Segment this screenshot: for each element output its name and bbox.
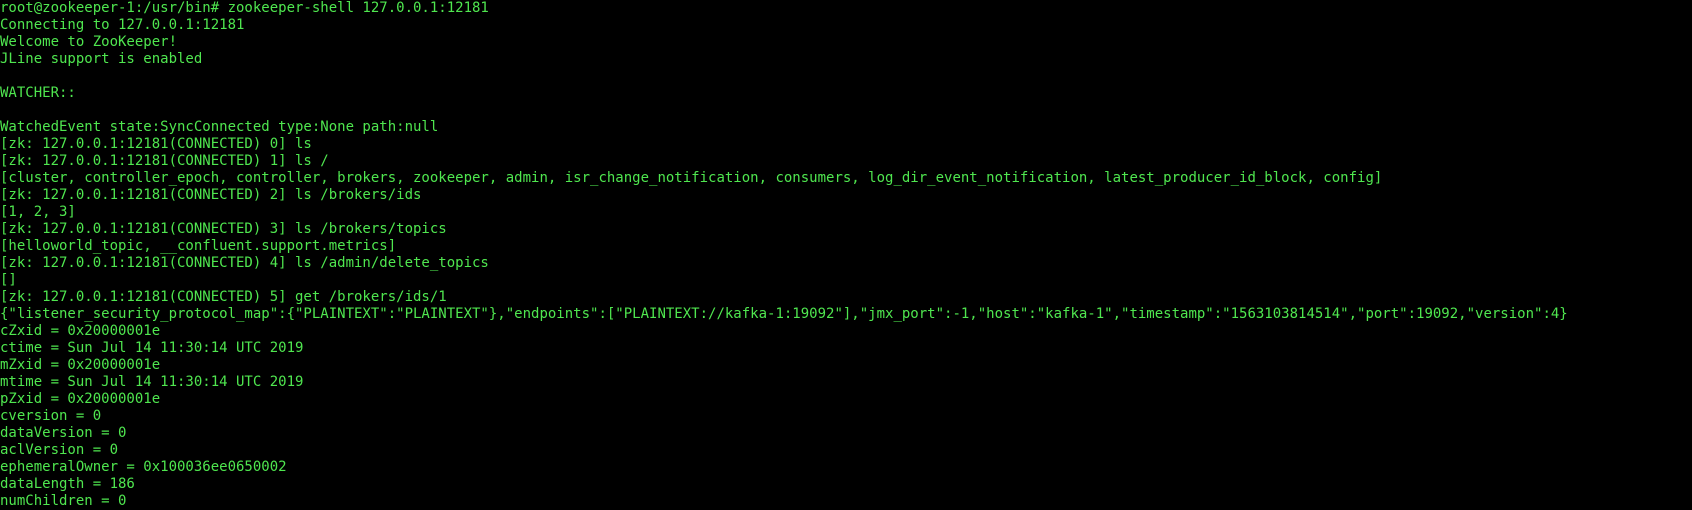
zk-prompt-line: [zk: 127.0.0.1:12181(CONNECTED) 2] ls /b… (0, 187, 422, 203)
output-line: JLine support is enabled (0, 51, 203, 67)
output-line: WatchedEvent state:SyncConnected type:No… (0, 119, 439, 135)
output-line: [] (0, 272, 17, 288)
stat-line: aclVersion = 0 (0, 442, 119, 458)
stat-line: cZxid = 0x20000001e (0, 323, 161, 339)
output-line: [helloworld_topic, __confluent.support.m… (0, 238, 397, 254)
zk-prompt-line: [zk: 127.0.0.1:12181(CONNECTED) 0] ls (0, 136, 312, 152)
output-line: {"listener_security_protocol_map":{"PLAI… (0, 306, 1568, 322)
stat-line: mtime = Sun Jul 14 11:30:14 UTC 2019 (0, 374, 304, 390)
stat-line: pZxid = 0x20000001e (0, 391, 161, 407)
stat-line: dataLength = 186 (0, 476, 135, 492)
terminal-window[interactable]: root@zookeeper-1:/usr/bin# zookeeper-she… (0, 0, 1692, 510)
stat-line: cversion = 0 (0, 408, 102, 424)
stat-line: mZxid = 0x20000001e (0, 357, 161, 373)
stat-line: ephemeralOwner = 0x100036ee0650002 (0, 459, 287, 475)
stat-line: numChildren = 0 (0, 493, 127, 509)
output-line: [cluster, controller_epoch, controller, … (0, 170, 1383, 186)
output-line: [1, 2, 3] (0, 204, 76, 220)
output-line: WATCHER:: (0, 85, 76, 101)
stat-line: ctime = Sun Jul 14 11:30:14 UTC 2019 (0, 340, 304, 356)
output-line: Connecting to 127.0.0.1:12181 (0, 17, 245, 33)
zk-prompt-line: [zk: 127.0.0.1:12181(CONNECTED) 5] get /… (0, 289, 447, 305)
output-line: Welcome to ZooKeeper! (0, 34, 178, 50)
shell-prompt-line: root@zookeeper-1:/usr/bin# zookeeper-she… (0, 0, 489, 16)
zk-prompt-line: [zk: 127.0.0.1:12181(CONNECTED) 4] ls /a… (0, 255, 489, 271)
zk-prompt-line: [zk: 127.0.0.1:12181(CONNECTED) 1] ls / (0, 153, 329, 169)
zk-prompt-line: [zk: 127.0.0.1:12181(CONNECTED) 3] ls /b… (0, 221, 447, 237)
stat-line: dataVersion = 0 (0, 425, 127, 441)
